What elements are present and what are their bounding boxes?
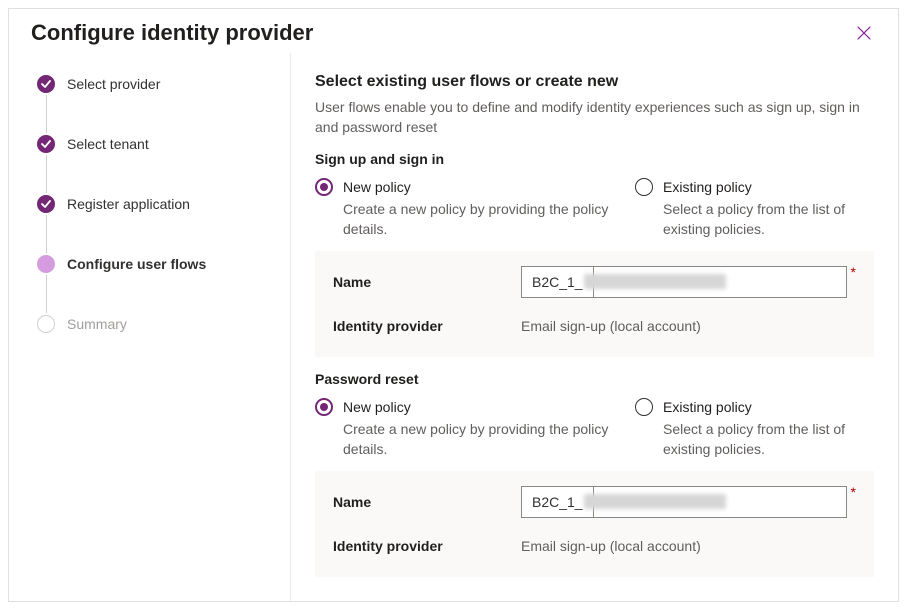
idp-label: Identity provider xyxy=(333,318,521,334)
required-indicator: * xyxy=(851,265,856,279)
policy-name-prefix: B2C_1_ xyxy=(522,267,594,297)
section-password-reset-title: Password reset xyxy=(315,371,874,387)
policy-name-input-wrap: B2C_1_ xyxy=(521,266,847,298)
section-signup-signin-title: Sign up and sign in xyxy=(315,151,874,167)
option-new-policy[interactable]: New policy Create a new policy by provid… xyxy=(315,177,635,239)
radio-icon xyxy=(635,178,653,196)
page-description: User flows enable you to define and modi… xyxy=(315,97,874,137)
radio-icon xyxy=(315,398,333,416)
option-hint: Select a policy from the list of existin… xyxy=(663,419,874,459)
policy-name-input-wrap: B2C_1_ xyxy=(521,486,847,518)
option-title: New policy xyxy=(343,397,635,417)
current-step-icon xyxy=(37,255,55,273)
password-reset-fields: Name B2C_1_ * Identity provider Email si… xyxy=(315,471,874,577)
radio-icon xyxy=(315,178,333,196)
close-button[interactable] xyxy=(850,19,878,47)
radio-icon xyxy=(635,398,653,416)
step-label: Summary xyxy=(67,315,127,333)
password-reset-options: New policy Create a new policy by provid… xyxy=(315,397,874,459)
step-configure-user-flows[interactable]: Configure user flows xyxy=(37,255,272,315)
step-select-tenant[interactable]: Select tenant xyxy=(37,135,272,195)
step-label: Select provider xyxy=(67,75,160,93)
option-new-policy[interactable]: New policy Create a new policy by provid… xyxy=(315,397,635,459)
idp-label: Identity provider xyxy=(333,538,521,554)
panel-title: Configure identity provider xyxy=(31,20,313,46)
step-select-provider[interactable]: Select provider xyxy=(37,75,272,135)
idp-field-row: Identity provider Email sign-up (local a… xyxy=(333,529,856,563)
page-heading: Select existing user flows or create new xyxy=(315,73,874,91)
idp-value: Email sign-up (local account) xyxy=(521,318,856,334)
check-icon xyxy=(37,135,55,153)
name-field-row: Name B2C_1_ * xyxy=(333,485,856,519)
policy-name-input[interactable] xyxy=(594,267,846,297)
check-icon xyxy=(37,75,55,93)
option-existing-policy[interactable]: Existing policy Select a policy from the… xyxy=(635,177,874,239)
step-label: Select tenant xyxy=(67,135,149,153)
option-hint: Select a policy from the list of existin… xyxy=(663,199,874,239)
configure-idp-panel: Configure identity provider Select provi… xyxy=(8,8,899,602)
name-field-row: Name B2C_1_ * xyxy=(333,265,856,299)
wizard-steps: Select provider Select tenant Register a… xyxy=(37,75,272,337)
wizard-sidebar: Select provider Select tenant Register a… xyxy=(9,53,291,601)
policy-name-input[interactable] xyxy=(594,487,846,517)
check-icon xyxy=(37,195,55,213)
panel-header: Configure identity provider xyxy=(9,9,898,53)
panel-body: Select provider Select tenant Register a… xyxy=(9,53,898,601)
step-label: Configure user flows xyxy=(67,255,206,273)
option-title: Existing policy xyxy=(663,397,874,417)
option-title: New policy xyxy=(343,177,635,197)
required-indicator: * xyxy=(851,485,856,499)
option-hint: Create a new policy by providing the pol… xyxy=(343,419,635,459)
step-label: Register application xyxy=(67,195,190,213)
idp-field-row: Identity provider Email sign-up (local a… xyxy=(333,309,856,343)
signup-signin-options: New policy Create a new policy by provid… xyxy=(315,177,874,239)
pending-step-icon xyxy=(37,315,55,333)
main-content: Select existing user flows or create new… xyxy=(291,53,898,601)
step-register-application[interactable]: Register application xyxy=(37,195,272,255)
policy-name-prefix: B2C_1_ xyxy=(522,487,594,517)
option-hint: Create a new policy by providing the pol… xyxy=(343,199,635,239)
signup-signin-fields: Name B2C_1_ * Identity provider Email si… xyxy=(315,251,874,357)
step-summary[interactable]: Summary xyxy=(37,315,272,337)
name-label: Name xyxy=(333,494,521,510)
close-icon xyxy=(857,26,871,40)
option-title: Existing policy xyxy=(663,177,874,197)
name-label: Name xyxy=(333,274,521,290)
idp-value: Email sign-up (local account) xyxy=(521,538,856,554)
option-existing-policy[interactable]: Existing policy Select a policy from the… xyxy=(635,397,874,459)
